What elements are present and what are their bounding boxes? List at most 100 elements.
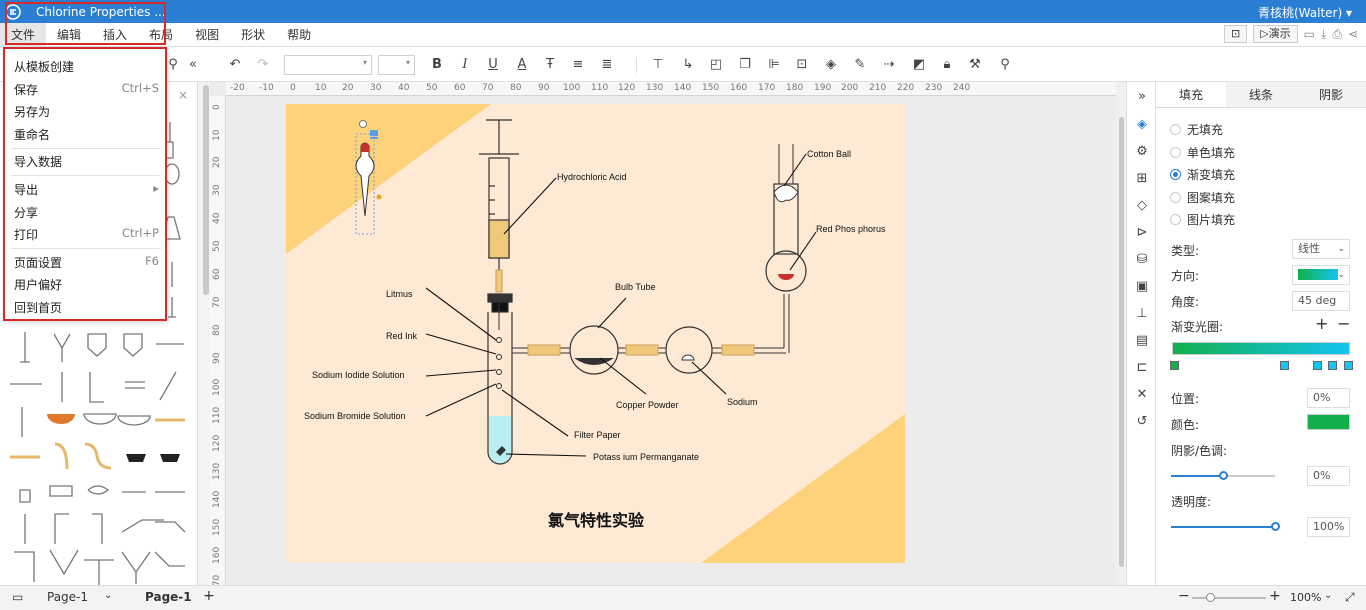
grid-panel-icon[interactable]: ⊞ [1133, 170, 1151, 188]
zoom-slider[interactable] [1192, 597, 1266, 599]
screen-button[interactable]: ⊡ [1223, 25, 1248, 43]
fullscreen-icon[interactable]: ⤢ [1345, 590, 1355, 605]
line-color-icon[interactable]: ✎ [851, 56, 869, 74]
align-shapes-icon[interactable]: ⊫ [765, 56, 783, 74]
radio-pattern-fill[interactable]: 图案填充 [1170, 189, 1235, 206]
menu-item-export[interactable]: 导出 ▸ [14, 181, 159, 198]
text-style-icon[interactable]: Ŧ [541, 56, 559, 74]
zoom-in-icon[interactable]: + [1269, 588, 1281, 604]
add-stop-icon[interactable]: + [1315, 314, 1328, 333]
download-icon[interactable]: ⤓ [1321, 27, 1326, 42]
syringe-shape[interactable] [479, 119, 519, 270]
menu-item-create-from-template[interactable]: 从模板创建 [14, 58, 159, 75]
presentation-panel-icon[interactable]: ⊳ [1133, 224, 1151, 242]
font-color-icon[interactable]: A [513, 56, 531, 74]
page-tab-dropdown[interactable]: Page-1 [47, 590, 88, 604]
canvas-area[interactable]: -20 -10 0 10 20 30 40 50 60 70 80 90 100… [210, 82, 1128, 585]
gradient-bar[interactable] [1172, 342, 1350, 355]
data-panel-icon[interactable]: ⛁ [1133, 251, 1151, 269]
page-view-icon[interactable]: ▭ [12, 590, 23, 604]
align-icon[interactable]: ≡ [569, 56, 587, 74]
floor-plan-icon[interactable]: ▤ [1133, 332, 1151, 350]
expand-panel-icon[interactable]: » [1133, 88, 1151, 106]
user-account[interactable]: 青核桃(Walter) ▾ [1258, 4, 1352, 21]
tools-icon[interactable]: ⚒ [966, 56, 984, 74]
font-size-select[interactable]: ▾ [378, 55, 415, 75]
menu-file[interactable]: 文件 [0, 22, 47, 47]
current-page-tab[interactable]: Page-1 [145, 590, 192, 604]
gradient-stop-handle[interactable] [1280, 361, 1289, 370]
menu-item-share[interactable]: 分享 [14, 204, 159, 221]
scrollbar-thumb[interactable] [1119, 117, 1124, 567]
remove-stop-icon[interactable]: − [1337, 314, 1350, 333]
shade-input[interactable]: 0% [1307, 466, 1350, 486]
share-icon[interactable]: ⋖ [1348, 27, 1358, 41]
connector-icon[interactable]: ↳ [679, 56, 697, 74]
angle-input[interactable]: 45 deg [1292, 291, 1350, 311]
present-button[interactable]: ▷演示 [1253, 25, 1298, 43]
radio-no-fill[interactable]: 无填充 [1170, 121, 1223, 138]
menu-view[interactable]: 视图 [184, 23, 230, 47]
menu-item-import-data[interactable]: 导入数据 [14, 153, 159, 170]
tab-shadow[interactable]: 阴影 [1296, 82, 1366, 107]
text-box-icon[interactable]: ⊤ [649, 56, 667, 74]
menu-shape[interactable]: 形状 [230, 23, 276, 47]
org-chart-icon[interactable]: ⊥ [1133, 305, 1151, 323]
menu-item-save-as[interactable]: 另存为 [14, 103, 159, 120]
bold-icon[interactable]: B [428, 56, 446, 74]
edit-shape-icon[interactable]: ◩ [910, 56, 928, 74]
font-family-select[interactable]: ▾ [284, 55, 372, 75]
type-select[interactable]: 线性 ⌄ [1292, 239, 1350, 259]
redo-icon[interactable]: ↷ [254, 56, 272, 74]
chevron-down-icon[interactable]: ⌄ [104, 590, 112, 601]
gradient-stop-handle[interactable] [1313, 361, 1322, 370]
library-scrollbar[interactable] [203, 85, 209, 295]
gradient-stop-handle[interactable] [1170, 361, 1179, 370]
shuffle-icon[interactable]: ✕ [1133, 386, 1151, 404]
menu-item-preferences[interactable]: 用户偏好 [14, 276, 159, 293]
line-style-icon[interactable]: ⇢ [880, 56, 898, 74]
gradient-stop-handle[interactable] [1344, 361, 1353, 370]
group-icon[interactable]: ❐ [736, 56, 754, 74]
menu-item-print[interactable]: 打印 Ctrl+P [14, 226, 159, 243]
fill-panel-icon[interactable]: ◈ [1133, 116, 1151, 134]
menu-item-rename[interactable]: 重命名 [14, 126, 159, 143]
canvas-vertical-scrollbar[interactable] [1116, 82, 1126, 585]
app-logo-icon[interactable] [0, 0, 26, 23]
zoom-level[interactable]: 100% [1290, 591, 1321, 604]
menu-insert[interactable]: 插入 [92, 23, 138, 47]
fill-color-icon[interactable]: ◈ [822, 56, 840, 74]
collapse-left-icon[interactable]: « [184, 56, 202, 74]
direction-select[interactable]: ⌄ [1292, 265, 1350, 285]
menu-layout[interactable]: 布局 [138, 23, 184, 47]
save-icon[interactable]: ▭ [1304, 27, 1315, 41]
connector-panel-icon[interactable]: ⊏ [1133, 359, 1151, 377]
add-page-icon[interactable]: + [203, 588, 215, 604]
position-input[interactable]: 0% [1307, 388, 1350, 408]
underline-icon[interactable]: U [484, 56, 502, 74]
radio-solid-fill[interactable]: 单色填充 [1170, 144, 1235, 161]
diagram-page[interactable]: Hydrochloric Acid Cotton Ball Red Phos p… [286, 104, 905, 563]
line-spacing-icon[interactable]: ≣ [598, 56, 616, 74]
zoom-slider-handle[interactable] [1206, 593, 1215, 602]
gradient-stop-handle[interactable] [1328, 361, 1337, 370]
opacity-input[interactable]: 100% [1307, 517, 1350, 537]
close-library-icon[interactable]: × [178, 88, 188, 102]
shade-slider-handle[interactable] [1219, 471, 1228, 480]
menu-item-page-setup[interactable]: 页面设置 F6 [14, 254, 159, 271]
crop-icon[interactable]: ⊡ [793, 56, 811, 74]
italic-icon[interactable]: I [456, 56, 474, 74]
tab-fill[interactable]: 填充 [1156, 82, 1226, 107]
menu-help[interactable]: 帮助 [276, 23, 322, 47]
lock-icon[interactable]: 🔒︎ [938, 56, 956, 74]
layers-panel-icon[interactable]: ◇ [1133, 197, 1151, 215]
radio-image-fill[interactable]: 图片填充 [1170, 211, 1235, 228]
menu-item-save[interactable]: 保存 Ctrl+S [14, 81, 159, 98]
history-icon[interactable]: ↺ [1133, 413, 1151, 431]
print-icon[interactable]: ⎙ [1332, 27, 1342, 42]
opacity-slider-handle[interactable] [1271, 522, 1280, 531]
image-panel-icon[interactable]: ▣ [1133, 278, 1151, 296]
find-icon[interactable]: ⚲ [996, 56, 1014, 74]
arrange-icon[interactable]: ◰ [707, 56, 725, 74]
color-swatch[interactable] [1307, 414, 1350, 430]
